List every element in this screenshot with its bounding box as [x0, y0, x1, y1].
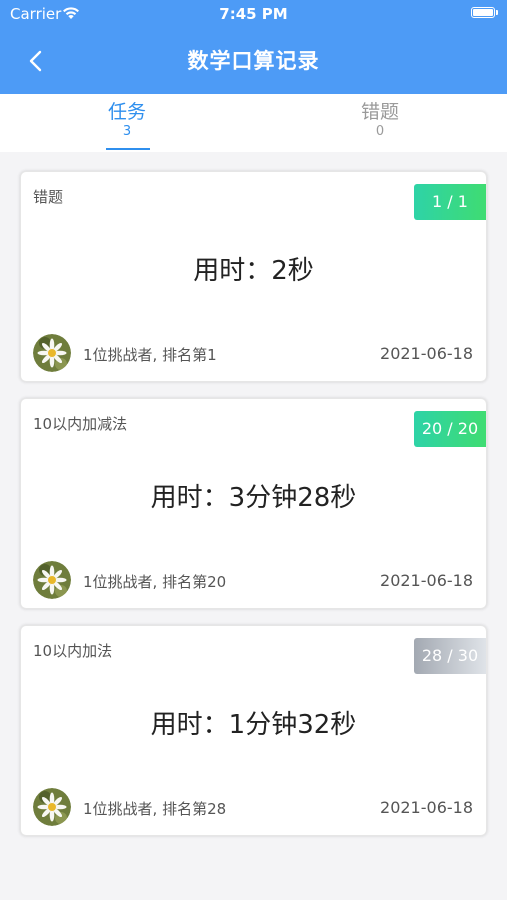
record-date: 2021-06-18	[380, 571, 473, 590]
tab-tasks[interactable]: 任务 3	[67, 100, 187, 140]
record-card[interactable]: 错题 1 / 1 用时：2秒 1位挑战者, 排名第1 2021-06-18	[20, 171, 487, 382]
battery-icon	[471, 7, 498, 18]
page-title: 数学口算记录	[187, 49, 320, 73]
progress-badge: 1 / 1	[414, 184, 486, 220]
avatar	[33, 561, 71, 599]
record-name: 10以内加法	[33, 642, 113, 660]
record-name: 错题	[33, 188, 64, 206]
clock: 7:45 PM	[219, 5, 288, 23]
record-card[interactable]: 10以内加法 28 / 30 用时：1分钟32秒 1位挑战者, 排名第28 20…	[20, 625, 487, 836]
record-duration: 用时：1分钟32秒	[150, 710, 357, 740]
record-duration: 用时：3分钟28秒	[150, 483, 357, 513]
record-name: 10以内加减法	[33, 415, 128, 433]
tab-mistakes[interactable]: 错题 0	[320, 100, 440, 140]
tab-tasks-label: 任务	[107, 101, 146, 123]
record-card[interactable]: 10以内加减法 20 / 20 用时：3分钟28秒 1位挑战者, 排名第20 2…	[20, 398, 487, 609]
avatar	[33, 788, 71, 826]
header-bar: Carrier 7:45 PM 数学口算记录	[0, 0, 507, 94]
tab-tasks-count: 3	[122, 124, 132, 139]
progress-badge: 28 / 30	[414, 638, 486, 674]
status-bar: Carrier 7:45 PM	[0, 0, 507, 28]
challenger-rank: 1位挑战者, 排名第28	[83, 800, 227, 818]
progress-badge: 20 / 20	[414, 411, 486, 447]
tab-mistakes-label: 错题	[360, 101, 399, 123]
record-date: 2021-06-18	[380, 344, 473, 363]
active-tab-indicator	[106, 148, 150, 150]
record-date: 2021-06-18	[380, 798, 473, 817]
tab-mistakes-count: 0	[375, 124, 385, 139]
tab-bar: 任务 3 错题 0	[0, 94, 507, 152]
avatar	[33, 334, 71, 372]
challenger-rank: 1位挑战者, 排名第1	[83, 346, 217, 364]
challenger-rank: 1位挑战者, 排名第20	[83, 573, 227, 591]
record-duration: 用时：2秒	[193, 256, 314, 286]
